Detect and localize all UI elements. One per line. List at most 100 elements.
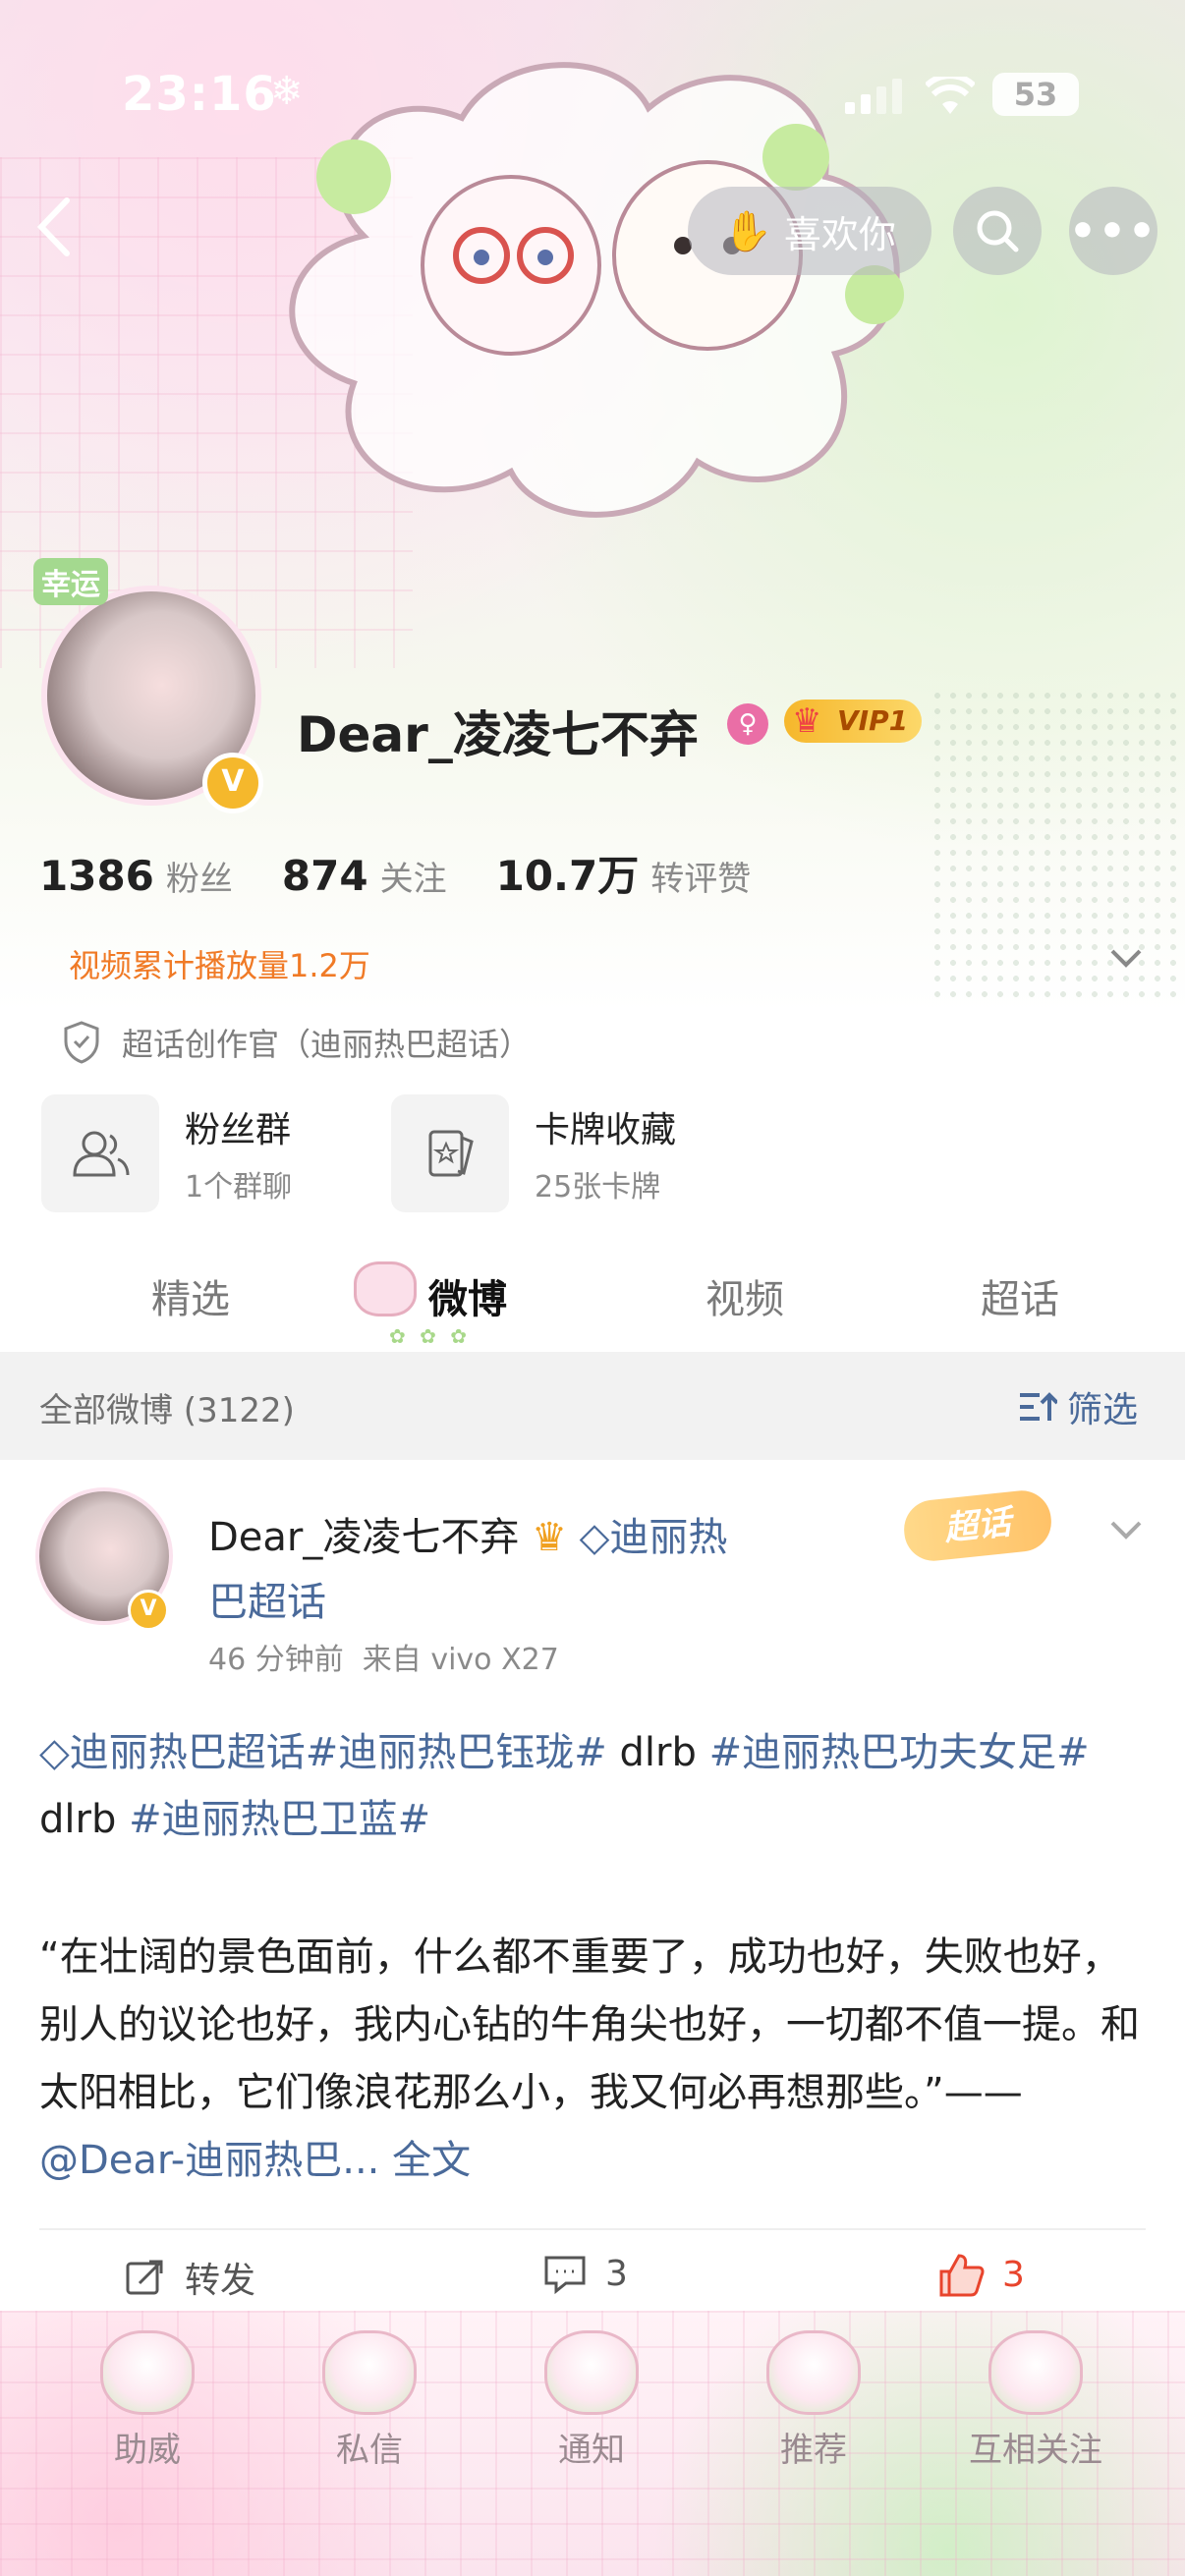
post-topic-link[interactable]: 迪丽热	[609, 1515, 727, 1560]
repost-label: 转发	[185, 2261, 256, 2301]
diamond-icon: ◇	[39, 1730, 70, 1775]
post-source: 来自 vivo X27	[362, 1643, 559, 1677]
video-play-count: 视频累计播放量1.2万	[69, 947, 370, 984]
header-dot-pattern	[930, 688, 1185, 1002]
filter-bar: 全部微博 (3122) 筛选	[0, 1352, 1185, 1460]
filter-sort-icon	[1020, 1392, 1057, 1421]
tab-weibo[interactable]: 微博	[428, 1267, 507, 1324]
nav-label: 通知	[558, 2431, 625, 2470]
nav-notifications[interactable]: 通知	[513, 2330, 670, 2471]
mutual-follow-icon	[988, 2330, 1083, 2415]
vip-label: VIP1	[837, 704, 909, 737]
nav-label: 互相关注	[969, 2431, 1102, 2470]
post-quote: “在壮阔的景色面前，什么都不重要了，成功也好，失败也好，别人的议论也好，我内心钻…	[39, 1924, 1146, 2195]
tab-featured[interactable]: 精选	[151, 1267, 230, 1324]
stat-label: 关注	[379, 860, 447, 899]
cellular-signal-icon	[845, 79, 902, 114]
like-button[interactable]: 3	[937, 2252, 1025, 2297]
back-chevron-icon[interactable]	[28, 193, 86, 261]
repost-icon	[126, 2260, 163, 2295]
search-button[interactable]	[953, 187, 1042, 275]
status-time: 23:16	[122, 67, 277, 122]
tab-video[interactable]: 视频	[705, 1267, 784, 1324]
creator-title-row[interactable]: 超话创作官（迪丽热巴超话）	[61, 1020, 531, 1065]
wifi-icon	[926, 77, 975, 114]
tab-supertopic[interactable]: 超话	[981, 1267, 1059, 1324]
stat-label: 粉丝	[165, 860, 233, 899]
chevron-down-icon[interactable]	[1106, 943, 1146, 973]
tab-cloud-decoration-icon	[354, 1261, 417, 1316]
nav-recommend[interactable]: 推荐	[735, 2330, 892, 2471]
filter-label: 筛选	[1067, 1390, 1139, 1430]
battery-indicator: 53	[992, 73, 1079, 116]
nav-label: 推荐	[780, 2431, 847, 2470]
profile-stats: 1386 粉丝 874 关注 10.7万 转评赞	[39, 843, 751, 903]
card-collection-subtitle: 25张卡牌	[535, 1170, 661, 1204]
stat-following[interactable]: 874 关注	[282, 852, 447, 900]
avatar-lucky-badge: 幸运	[33, 558, 108, 605]
diamond-icon: ◇	[579, 1515, 610, 1560]
post-quote-text: “在壮阔的景色面前，什么都不重要了，成功也好，失败也好，别人的议论也好，我内心钻…	[39, 1934, 1140, 2115]
repost-button[interactable]: 转发	[124, 2252, 255, 2303]
post-topic-link-cont[interactable]: 巴超话	[208, 1580, 326, 1625]
fan-group-card[interactable]: 粉丝群 1个群聊	[41, 1094, 292, 1212]
nav-label: 助威	[114, 2431, 181, 2470]
hashtag-link[interactable]: 迪丽热巴超话	[70, 1730, 306, 1775]
comment-icon	[544, 2256, 586, 2295]
profile-tabs: 精选 ✿ ✿ ✿ 微博 视频 超话	[0, 1248, 1185, 1348]
nav-label: 私信	[336, 2431, 403, 2470]
post-time: 46 分钟前	[208, 1643, 344, 1677]
tab-clover-decoration-icon: ✿ ✿ ✿	[389, 1324, 471, 1348]
stat-followers[interactable]: 1386 粉丝	[39, 852, 233, 900]
recommend-icon	[766, 2330, 861, 2415]
like-count: 3	[1002, 2254, 1025, 2295]
snowflake-icon: ❄	[270, 69, 304, 114]
comment-button[interactable]: 3	[542, 2252, 628, 2295]
verified-badge-icon: V	[202, 753, 263, 813]
profile-page: 23:16 ❄ 53 ✋ 喜欢你 ••• 幸运 V Dear_凌凌七不弃 ♀ ♛…	[0, 0, 1185, 2576]
profile-username: Dear_凌凌七不弃	[297, 706, 699, 763]
vip-badge[interactable]: ♛ VIP1	[784, 700, 923, 743]
hashtag-link[interactable]: #迪丽热巴钰珑#	[306, 1730, 607, 1775]
crown-icon: ♛	[532, 1515, 567, 1560]
all-posts-count: 全部微博 (3122)	[39, 1391, 295, 1430]
hand-wave-icon: ✋	[723, 208, 772, 254]
supertopic-badge: 超话	[901, 1487, 1054, 1564]
mention-link[interactable]: @Dear-迪丽热巴...	[39, 2138, 379, 2183]
post-text: dlrb	[606, 1730, 709, 1775]
people-icon	[73, 1131, 130, 1177]
card-collection-icon-box	[391, 1094, 509, 1212]
stat-engagement[interactable]: 10.7万 转评赞	[496, 843, 752, 903]
notification-icon	[544, 2330, 639, 2415]
stat-number: 874	[281, 852, 368, 900]
hashtag-link[interactable]: #迪丽热巴卫蓝#	[129, 1797, 430, 1842]
post-tags: ◇迪丽热巴超话#迪丽热巴钰珑# dlrb #迪丽热巴功夫女足# dlrb #迪丽…	[39, 1719, 1146, 1853]
female-gender-icon: ♀	[727, 703, 768, 745]
search-icon	[977, 210, 1019, 252]
comment-count: 3	[605, 2253, 628, 2294]
card-collection-title: 卡牌收藏	[535, 1110, 677, 1150]
stat-label: 转评赞	[650, 860, 752, 899]
nav-cheer[interactable]: 助威	[69, 2330, 226, 2471]
stat-number: 1386	[39, 852, 154, 900]
bottom-nav: 助威 私信 通知 推荐 互相关注	[0, 2311, 1185, 2576]
read-more-link[interactable]: 全文	[379, 2138, 471, 2183]
hashtag-link[interactable]: #迪丽热巴功夫女足#	[709, 1730, 1090, 1775]
post-verified-badge-icon: V	[128, 1590, 169, 1631]
shield-check-icon	[64, 1021, 99, 1064]
like-you-label: 喜欢你	[783, 212, 896, 256]
thumbs-up-icon	[939, 2254, 985, 2297]
creator-title-text: 超话创作官（迪丽热巴超话）	[122, 1026, 532, 1063]
post-author-name[interactable]: Dear_凌凌七不弃	[208, 1515, 519, 1560]
nav-mutual-follow[interactable]: 互相关注	[957, 2330, 1114, 2471]
fan-group-icon-box	[41, 1094, 159, 1212]
card-collection-card[interactable]: 卡牌收藏 25张卡牌	[391, 1094, 676, 1212]
nav-messages[interactable]: 私信	[291, 2330, 448, 2471]
more-button[interactable]: •••	[1069, 187, 1157, 275]
filter-button[interactable]: 筛选	[1018, 1381, 1138, 1432]
post-chevron-down-icon[interactable]	[1106, 1515, 1146, 1544]
like-you-button[interactable]: ✋ 喜欢你	[688, 187, 931, 275]
message-icon	[322, 2330, 417, 2415]
card-star-icon	[428, 1130, 474, 1177]
cheer-icon	[100, 2330, 195, 2415]
